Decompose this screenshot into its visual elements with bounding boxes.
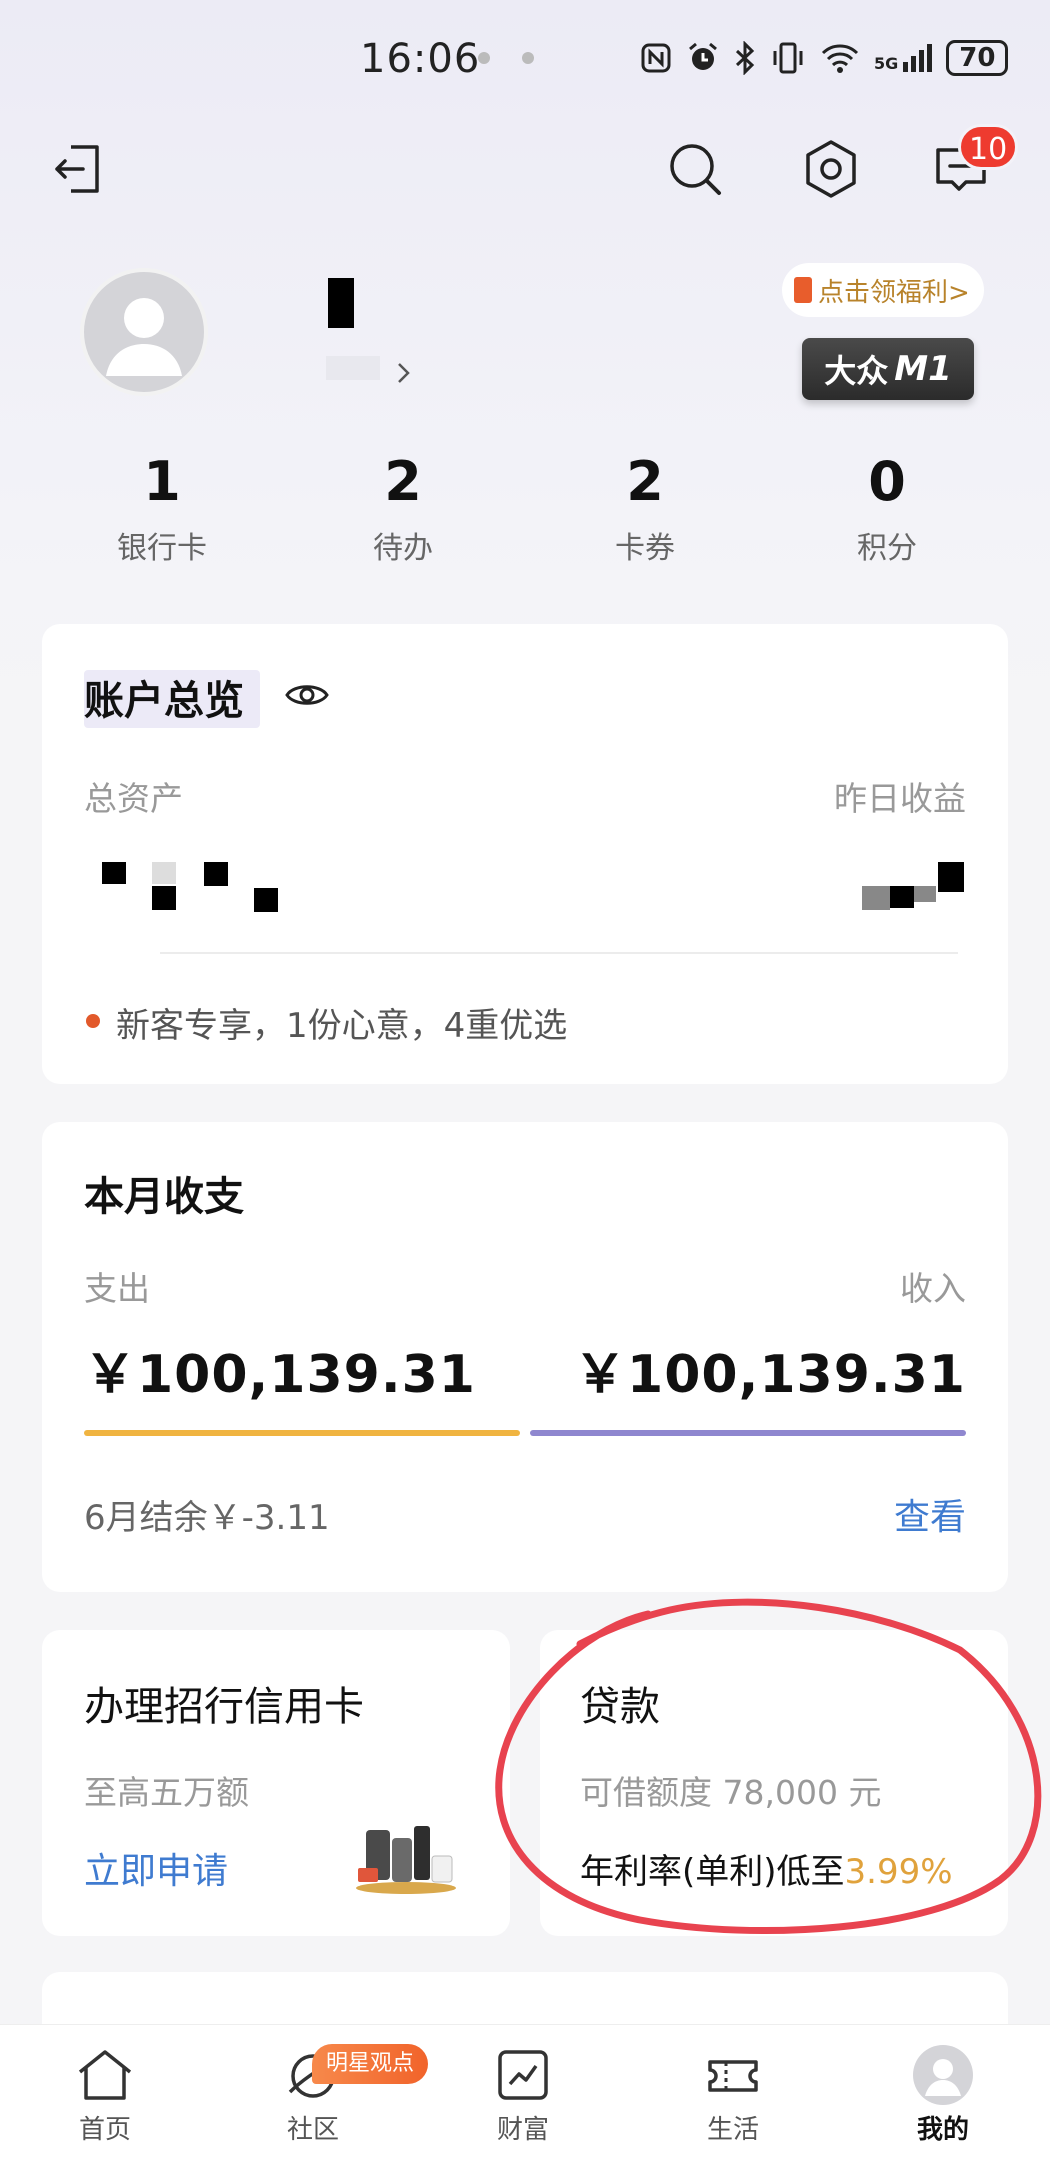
yesterday-income-label: 昨日收益: [834, 779, 966, 818]
nfc-icon: [641, 43, 671, 73]
stat-bank-cards[interactable]: 1 银行卡: [62, 450, 262, 567]
red-circle-annotation: [495, 1598, 1042, 1935]
stat-value: 0: [868, 450, 906, 513]
redacted-name: [328, 278, 354, 328]
stat-value: 2: [384, 450, 422, 513]
stat-label: 卡券: [615, 531, 675, 566]
home-icon: [78, 2050, 132, 2100]
stat-label: 积分: [857, 531, 917, 566]
income-label: 收入: [900, 1269, 966, 1308]
nav-label: 我的: [916, 2115, 969, 2145]
status-time: 16:06: [360, 36, 481, 82]
stat-points[interactable]: 0 积分: [787, 450, 987, 567]
credit-card-subtitle: 至高五万额: [84, 1773, 249, 1812]
settings-button[interactable]: [796, 134, 866, 204]
divider: [160, 952, 958, 954]
stat-label: 待办: [373, 531, 433, 566]
stat-label: 银行卡: [117, 531, 207, 566]
total-assets-label: 总资产: [84, 779, 183, 818]
battery-indicator: 70: [946, 40, 1009, 76]
wifi-icon: [821, 44, 859, 73]
apply-now-link[interactable]: 立即申请: [84, 1842, 228, 1894]
stat-value: 2: [626, 450, 664, 513]
status-dot-icon: [478, 52, 490, 64]
expense-bar: [84, 1430, 520, 1436]
search-icon: [670, 144, 721, 195]
income-bar: [530, 1430, 966, 1436]
signal-icon: 5G: [874, 44, 933, 73]
nav-label: 生活: [706, 2115, 759, 2145]
vibrate-icon: [773, 42, 803, 74]
status-icons: 5G 70: [640, 40, 1009, 76]
chevron-right-icon[interactable]: [396, 360, 412, 386]
monthly-balance: 6月结余￥-3.11: [84, 1498, 330, 1538]
nav-label: 首页: [78, 2115, 131, 2145]
stat-value: 1: [143, 450, 181, 513]
level-label: 大众: [824, 352, 889, 390]
stat-todo[interactable]: 2 待办: [303, 450, 503, 567]
search-button[interactable]: [660, 134, 730, 204]
nav-label: 社区: [286, 2115, 339, 2145]
gear-icon: [806, 140, 856, 198]
red-envelope-icon: [794, 277, 812, 303]
member-level-badge[interactable]: 大众 M1: [802, 338, 974, 400]
income-amount: ￥100,139.31: [574, 1345, 966, 1405]
message-count-badge: 10: [958, 124, 1019, 170]
stat-coupons[interactable]: 2 卡券: [545, 450, 745, 567]
status-dot-icon: [522, 52, 534, 64]
network-type: 5G: [874, 54, 899, 73]
eye-icon[interactable]: [284, 678, 330, 712]
nav-home[interactable]: 首页: [30, 2045, 180, 2146]
logout-icon: [55, 145, 99, 193]
level-code: M1: [894, 349, 952, 389]
promo-text[interactable]: 新客专享，1份心意，4重优选: [116, 998, 567, 1047]
nav-wealth[interactable]: 财富: [448, 2045, 598, 2146]
credit-card-title: 办理招行信用卡: [84, 1684, 364, 1730]
redacted-info: [326, 356, 380, 380]
community-badge: 明星观点: [312, 2044, 429, 2084]
expense-amount: ￥100,139.31: [84, 1345, 476, 1405]
user-icon: [106, 298, 182, 376]
nav-mine[interactable]: 我的: [868, 2045, 1018, 2146]
nav-life[interactable]: 生活: [658, 2045, 808, 2146]
luggage-icon: [356, 1826, 456, 1894]
avatar[interactable]: [80, 268, 208, 396]
alarm-icon: [689, 42, 717, 70]
nav-label: 财富: [496, 2115, 549, 2145]
expense-label: 支出: [84, 1269, 150, 1308]
avatar-icon: [913, 2045, 973, 2105]
wealth-icon: [498, 2050, 548, 2100]
bluetooth-icon: [735, 41, 755, 75]
promo-dot-icon: [86, 1014, 100, 1028]
view-link[interactable]: 查看: [894, 1488, 966, 1540]
monthly-title: 本月收支: [84, 1174, 244, 1220]
logout-button[interactable]: [42, 134, 112, 204]
life-icon: [708, 2060, 758, 2092]
welfare-label: 点击领福利>: [818, 277, 970, 308]
account-overview-title: 账户总览: [84, 678, 244, 724]
welfare-button[interactable]: 点击领福利>: [782, 263, 984, 317]
bottom-nav: 首页 社区 财富 生活 我的: [0, 2024, 1050, 2166]
